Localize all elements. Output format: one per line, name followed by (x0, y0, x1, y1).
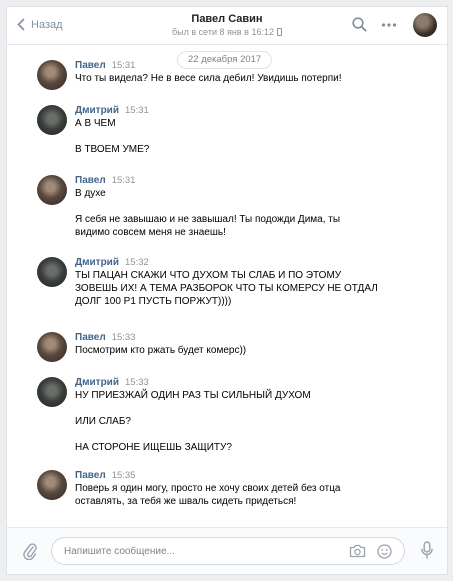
message-time: 15:35 (111, 470, 136, 481)
message-meta: Павел 15:35 (75, 469, 425, 482)
message-input[interactable] (64, 544, 344, 559)
message-time: 15:31 (124, 105, 149, 116)
message-body: Дмитрий 15:33 НУ ПРИЕЗЖАЙ ОДИН РАЗ ТЫ СИЛЬ… (75, 376, 425, 454)
paperclip-icon (23, 543, 37, 561)
attach-button[interactable] (23, 542, 37, 563)
message-body: Дмитрий 15:31 А В ЧЕМ В ТВОЕМ УМЕ? (75, 104, 425, 156)
message-time: 15:31 (111, 175, 136, 186)
message-author[interactable]: Павел (75, 175, 106, 186)
message-author[interactable]: Павел (75, 60, 106, 71)
message-text-line: ИЛИ СЛАБ? (75, 416, 131, 427)
message-meta: Павел 15:33 (75, 331, 425, 344)
message-time: 15:31 (111, 60, 136, 71)
message-input-box[interactable] (51, 537, 405, 565)
message-text-line: видимо совсем меня не знаешь! (75, 227, 226, 238)
message-text-line: оставлять, за тебя же шваль сидеть приде… (75, 496, 297, 507)
last-seen-status: был в сети 8 янв в 16:12 (172, 27, 282, 37)
author-avatar[interactable] (37, 60, 67, 90)
message-meta: Павел 15:31 (75, 174, 425, 187)
smile-icon (377, 544, 392, 559)
author-avatar[interactable] (37, 257, 67, 287)
message-text-line: ТЫ ПАЦАН СКАЖИ ЧТО ДУХОМ ТЫ СЛАБ И ПО ЭТ… (75, 270, 342, 281)
message-meta: Дмитрий 15:31 (75, 104, 425, 117)
emoji-button[interactable] (377, 544, 392, 562)
last-seen-text: был в сети 8 янв в 16:12 (172, 27, 274, 37)
message-author[interactable]: Дмитрий (75, 105, 119, 116)
camera-icon (349, 544, 366, 558)
contact-avatar[interactable] (413, 13, 437, 37)
message-history[interactable]: 22 декабря 2017 Павел 15:31 Что ты видела?… (7, 46, 447, 528)
message-text-line: В духе (75, 188, 106, 199)
message-text-line: Поверь я один могу, просто не хочу своих… (75, 483, 341, 494)
message-text-line: НА СТОРОНЕ ИЩЕШЬ ЗАЩИТУ? (75, 442, 232, 453)
more-actions-button[interactable] (381, 18, 397, 35)
message-text-line: Посмотрим кто ржать будет комерс)) (75, 345, 247, 356)
message-text-line: ДОЛГ 100 Р1 ПУСТЬ ПОРЖУТ)))) (75, 296, 232, 307)
message-text-line: Что ты видела? Не в весе сила дебил! Уви… (75, 73, 342, 84)
voice-message-button[interactable] (421, 541, 433, 562)
author-avatar[interactable] (37, 175, 67, 205)
message-text-line: ЗОВЕШЬ ИХ! А ТЕМА РАЗБОРОК ЧТО ТЫ КОМЕРС… (75, 283, 378, 294)
microphone-icon (421, 541, 433, 559)
search-button[interactable] (352, 17, 367, 35)
message-body: Павел 15:31 Что ты видела? Не в весе сила … (75, 59, 425, 85)
message-time: 15:33 (111, 332, 136, 343)
camera-button[interactable] (349, 544, 366, 561)
author-avatar[interactable] (37, 105, 67, 135)
message-text-line (75, 200, 425, 213)
composer-bar (7, 527, 447, 574)
message-text-line: Я себя не завышаю и не завышал! Ты подож… (75, 214, 341, 225)
message-meta: Павел 15:31 (75, 59, 425, 72)
message-author[interactable]: Павел (75, 332, 106, 343)
mobile-phone-icon (276, 28, 282, 36)
message-text-line (75, 130, 425, 143)
chat-header: Назад Павел Савин был в сети 8 янв в 16:… (7, 7, 447, 45)
more-dots-icon (381, 23, 397, 27)
message-text-line (75, 402, 425, 415)
message-author[interactable]: Дмитрий (75, 377, 119, 388)
author-avatar[interactable] (37, 377, 67, 407)
message-author[interactable]: Павел (75, 470, 106, 481)
author-avatar[interactable] (37, 332, 67, 362)
message-author[interactable]: Дмитрий (75, 257, 119, 268)
message-text-line: А В ЧЕМ (75, 118, 116, 129)
message-text-line: В ТВОЕМ УМЕ? (75, 144, 150, 155)
message-meta: Дмитрий 15:32 (75, 256, 425, 269)
message-time: 15:32 (124, 257, 149, 268)
message-body: Павел 15:31 В духе Я себя не завышаю и не … (75, 174, 425, 239)
search-icon (352, 17, 367, 32)
message-meta: Дмитрий 15:33 (75, 376, 425, 389)
message-text-line: НУ ПРИЕЗЖАЙ ОДИН РАЗ ТЫ СИЛЬНЫЙ ДУХОМ (75, 390, 311, 401)
author-avatar[interactable] (37, 470, 67, 500)
message-body: Дмитрий 15:32 ТЫ ПАЦАН СКАЖИ ЧТО ДУХОМ ТЫ … (75, 256, 425, 308)
message-body: Павел 15:35 Поверь я один могу, просто не … (75, 469, 425, 508)
chat-window: Назад Павел Савин был в сети 8 янв в 16:… (6, 6, 448, 575)
message-body: Павел 15:33 Посмотрим кто ржать будет коме… (75, 331, 425, 357)
message-text-line (75, 428, 425, 441)
message-time: 15:33 (124, 377, 149, 388)
